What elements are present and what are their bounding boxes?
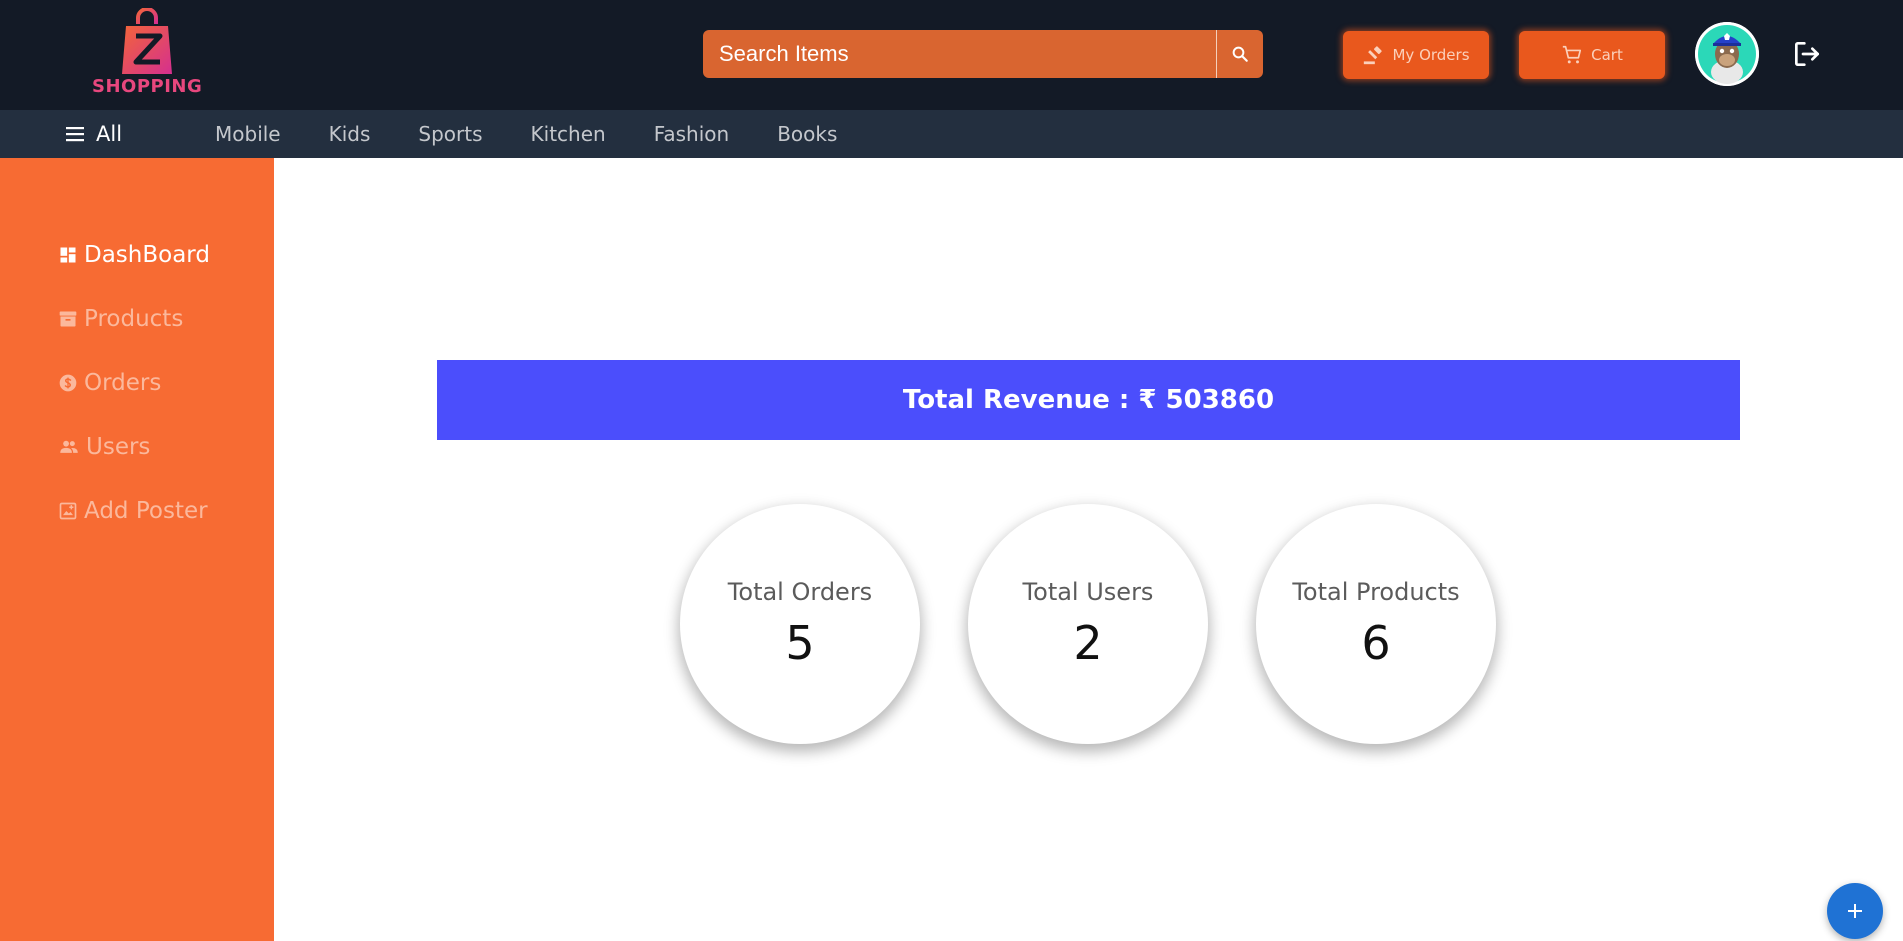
all-label: All (96, 122, 123, 146)
gavel-icon (1364, 46, 1383, 65)
sidebar-item-orders[interactable]: Orders (58, 368, 161, 398)
user-avatar[interactable] (1695, 22, 1759, 86)
sidebar-item-label: Add Poster (84, 498, 208, 524)
dollar-icon (59, 374, 77, 392)
sidebar-item-label: Products (84, 306, 184, 332)
ape-avatar-icon (1695, 22, 1759, 86)
sidebar-item-products[interactable]: Products (58, 304, 183, 334)
stat-card-total-orders: Total Orders 5 (680, 504, 920, 744)
sidebar-item-dashboard[interactable]: DashBoard (58, 240, 210, 270)
my-orders-label: My Orders (1392, 46, 1470, 64)
stat-value: 6 (1361, 616, 1391, 670)
category-kids[interactable]: Kids (329, 122, 371, 146)
sidebar-item-label: Orders (84, 370, 162, 396)
category-kitchen[interactable]: Kitchen (531, 122, 606, 146)
sidebar-item-label: DashBoard (84, 242, 210, 268)
dashboard-icon (60, 247, 76, 263)
add-poster-icon (59, 502, 77, 520)
search-button[interactable] (1216, 30, 1263, 78)
top-header: SHOPPING My Orders Cart (0, 0, 1903, 110)
logout-icon (1795, 42, 1819, 66)
category-books[interactable]: Books (777, 122, 837, 146)
shopping-bag-logo-icon (122, 8, 172, 74)
stat-label: Total Users (1022, 578, 1154, 606)
all-categories-button[interactable]: All (64, 110, 122, 158)
category-links: Mobile Kids Sports Kitchen Fashion Books (215, 110, 837, 158)
my-orders-button[interactable]: My Orders (1343, 31, 1489, 79)
inventory-icon (59, 311, 77, 327)
sidebar-item-users[interactable]: Users (58, 432, 150, 462)
admin-sidebar: DashBoard Products Orders Users Add Post… (0, 158, 274, 941)
search-icon (1232, 46, 1248, 62)
cart-button[interactable]: Cart (1519, 31, 1665, 79)
category-bar: All Mobile Kids Sports Kitchen Fashion B… (0, 110, 1903, 158)
menu-icon (66, 127, 84, 142)
stat-card-total-products: Total Products 6 (1256, 504, 1496, 744)
cart-label: Cart (1591, 46, 1623, 64)
stat-label: Total Products (1292, 578, 1460, 606)
logout-button[interactable] (1791, 38, 1823, 70)
users-icon (60, 440, 78, 453)
logo-text: SHOPPING (92, 76, 203, 97)
search-input[interactable] (703, 30, 1216, 78)
category-mobile[interactable]: Mobile (215, 122, 281, 146)
category-sports[interactable]: Sports (418, 122, 482, 146)
total-revenue-banner: Total Revenue : ₹ 503860 (437, 360, 1740, 440)
stat-value: 5 (785, 616, 815, 670)
shopping-logo[interactable]: SHOPPING (92, 8, 202, 100)
sidebar-item-label: Users (86, 434, 151, 460)
cart-icon (1562, 45, 1582, 64)
total-revenue-text: Total Revenue : ₹ 503860 (902, 385, 1275, 415)
stat-value: 2 (1073, 616, 1103, 670)
stat-label: Total Orders (727, 578, 873, 606)
category-fashion[interactable]: Fashion (654, 122, 730, 146)
plus-icon (1848, 904, 1862, 918)
sidebar-item-add-poster[interactable]: Add Poster (58, 496, 208, 526)
stat-card-total-users: Total Users 2 (968, 504, 1208, 744)
add-fab-button[interactable] (1827, 883, 1883, 939)
search-bar (703, 30, 1263, 78)
